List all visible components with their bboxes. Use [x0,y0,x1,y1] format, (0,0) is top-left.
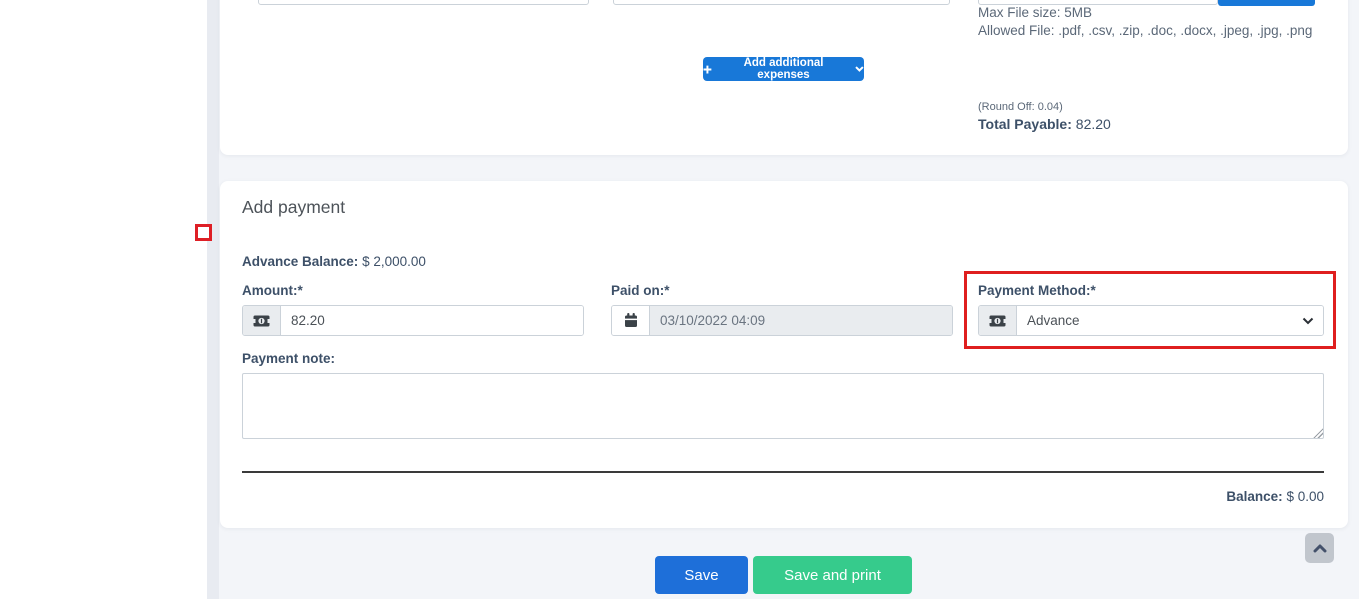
sidebar-gap [207,0,219,599]
max-file-size-text: Max File size: 5MB [978,5,1093,20]
total-payable-value: 82.20 [1075,116,1111,132]
payment-note-label: Payment note: [242,351,336,366]
section-divider [242,471,1324,473]
save-and-print-button[interactable]: Save and print [753,556,912,594]
total-payable: Total Payable: 82.20 [978,116,1111,132]
amount-input-group [242,305,584,336]
amount-input[interactable] [281,306,583,335]
allowed-file-text: Allowed File: .pdf, .csv, .zip, .doc, .d… [978,23,1313,38]
money-icon [979,306,1017,335]
payment-method-label: Payment Method:* [978,283,1096,298]
advance-balance-label: Advance Balance: [242,254,359,269]
amount-label: Amount:* [242,283,303,298]
save-button[interactable]: Save [655,556,748,594]
paid-on-input-group [611,305,953,336]
balance-value: $ 0.00 [1286,489,1324,504]
chevron-up-icon [1313,544,1326,552]
paid-on-input[interactable] [650,306,952,335]
balance-label: Balance: [1226,489,1283,504]
expense-field-1[interactable] [258,0,589,5]
add-additional-expenses-label: Add additional expenses [743,57,824,81]
expenses-card: Max File size: 5MB Allowed File: .pdf, .… [220,0,1348,155]
calendar-icon [612,306,650,335]
advance-balance: Advance Balance: $ 2,000.00 [242,254,426,269]
add-payment-card: Add payment Advance Balance: $ 2,000.00 … [220,181,1348,528]
add-additional-expenses-button[interactable]: Add additional expenses [703,57,864,81]
chevron-down-icon [855,66,864,72]
payment-note-textarea[interactable] [242,373,1324,439]
payment-method-select[interactable]: Advance [1017,306,1323,335]
total-payable-label: Total Payable: [978,116,1072,132]
advance-balance-value: $ 2,000.00 [362,254,426,269]
money-icon [243,306,281,335]
paid-on-label: Paid on:* [611,283,670,298]
round-off-text: (Round Off: 0.04) [978,101,1063,113]
payment-method-input-group: Advance [978,305,1324,336]
add-payment-title: Add payment [242,197,346,217]
expense-field-2[interactable] [613,0,950,5]
upload-button[interactable] [1218,0,1315,6]
plus-icon [703,65,712,73]
balance: Balance: $ 0.00 [242,489,1324,504]
scroll-to-top-button[interactable] [1305,533,1334,563]
